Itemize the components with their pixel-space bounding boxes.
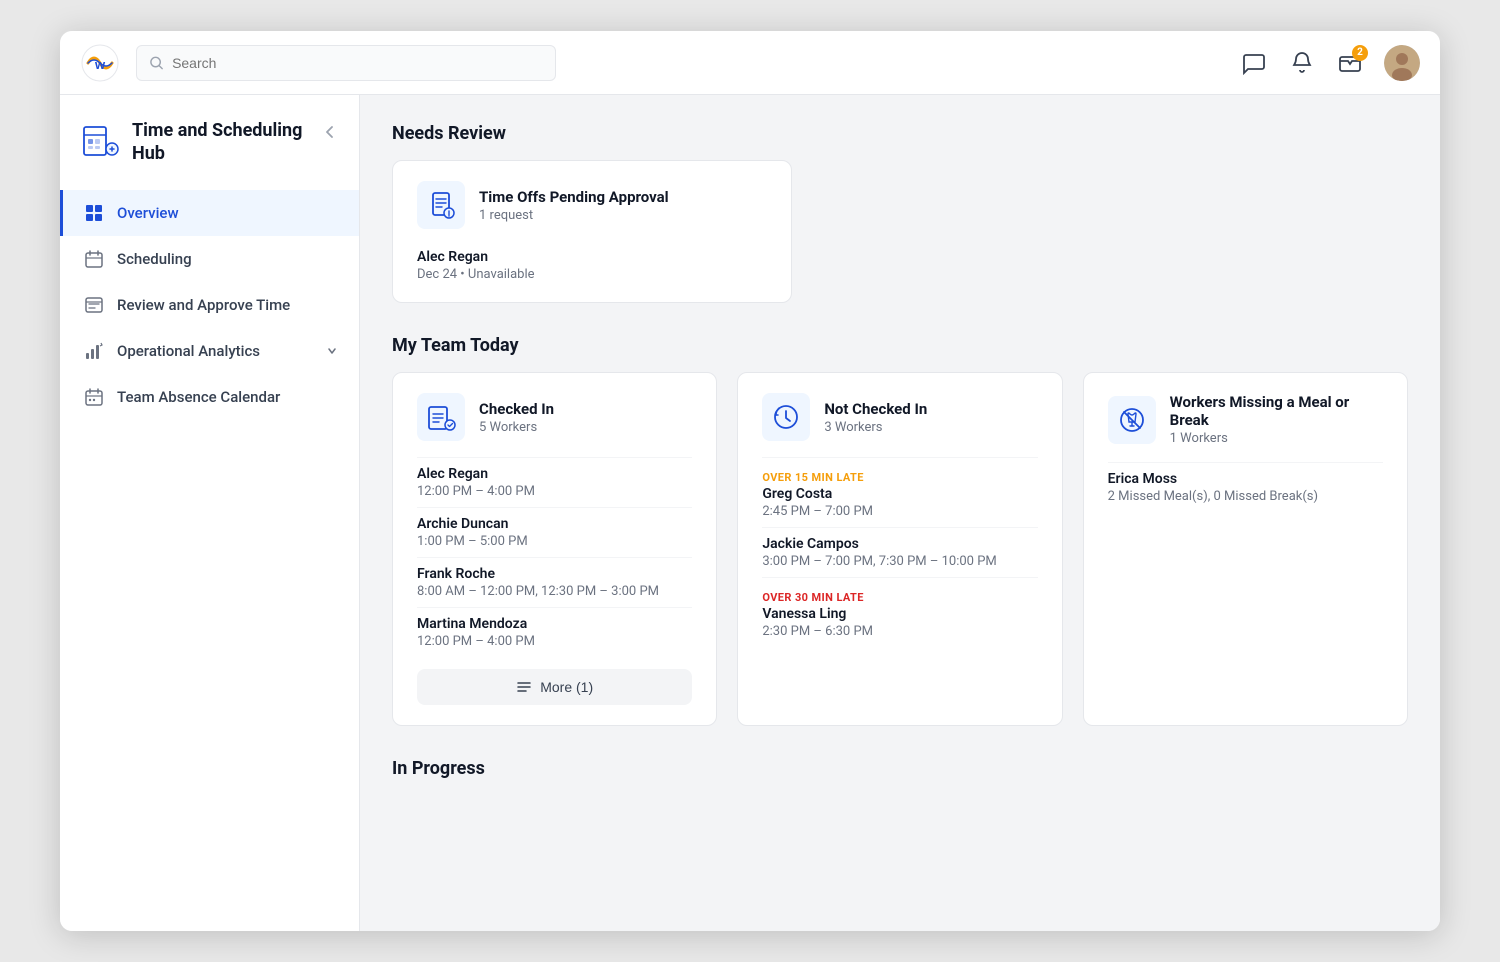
sidebar-item-team-absence[interactable]: Team Absence Calendar xyxy=(60,374,359,420)
worker-name: Erica Moss xyxy=(1108,471,1383,487)
sidebar-item-label-scheduling: Scheduling xyxy=(117,250,339,268)
worker-name: Martina Mendoza xyxy=(417,616,692,632)
needs-review-card[interactable]: Time Offs Pending Approval 1 request Ale… xyxy=(392,160,792,303)
app-window: w xyxy=(60,31,1440,931)
search-bar[interactable] xyxy=(136,45,556,81)
worker-name: Jackie Campos xyxy=(762,536,1037,552)
more-button-label: More (1) xyxy=(540,679,593,695)
sidebar-item-label-absence: Team Absence Calendar xyxy=(117,388,339,406)
worker-time: 12:00 PM – 4:00 PM xyxy=(417,634,692,649)
worker-time: 2:45 PM – 7:00 PM xyxy=(762,504,1037,519)
svg-text:w: w xyxy=(94,57,106,72)
needs-review-section: Needs Review xyxy=(392,123,1408,303)
sidebar-title: Time and Scheduling Hub xyxy=(132,119,309,166)
analytics-chevron-icon xyxy=(325,344,339,358)
worker-entry: Frank Roche 8:00 AM – 12:00 PM, 12:30 PM… xyxy=(417,557,692,607)
search-input[interactable] xyxy=(172,55,543,71)
topbar-right: 2 xyxy=(1240,45,1420,81)
sidebar-item-label-overview: Overview xyxy=(117,204,339,222)
sidebar-item-label-analytics: Operational Analytics xyxy=(117,342,313,360)
needs-review-person-name: Alec Regan xyxy=(417,249,767,265)
content-area: Needs Review xyxy=(360,95,1440,931)
workday-logo[interactable]: w xyxy=(80,43,120,83)
late-badge-red: OVER 30 MIN LATE xyxy=(762,591,864,604)
worker-name: Archie Duncan xyxy=(417,516,692,532)
worker-entry: Archie Duncan 1:00 PM – 5:00 PM xyxy=(417,507,692,557)
scheduling-icon xyxy=(83,248,105,270)
worker-entry: Jackie Campos 3:00 PM – 7:00 PM, 7:30 PM… xyxy=(762,527,1037,577)
not-checked-in-header: Not Checked In 3 Workers xyxy=(762,393,1037,441)
search-icon xyxy=(149,55,164,71)
sidebar-hub-icon xyxy=(80,121,120,161)
inbox-icon[interactable]: 2 xyxy=(1336,49,1364,77)
sidebar-item-label-review: Review and Approve Time xyxy=(117,296,339,314)
sidebar: Time and Scheduling Hub xyxy=(60,95,360,931)
needs-review-card-subtitle: 1 request xyxy=(479,208,669,223)
worker-time: 2 Missed Meal(s), 0 Missed Break(s) xyxy=(1108,489,1383,504)
worker-name: Alec Regan xyxy=(417,466,692,482)
worker-time: 2:30 PM – 6:30 PM xyxy=(762,624,1037,639)
worker-time: 1:00 PM – 5:00 PM xyxy=(417,534,692,549)
worker-time: 12:00 PM – 4:00 PM xyxy=(417,484,692,499)
checked-in-icon xyxy=(417,393,465,441)
my-team-today-section: My Team Today xyxy=(392,335,1408,726)
checked-in-card: Checked In 5 Workers Alec Regan 12:00 PM… xyxy=(392,372,717,726)
analytics-icon xyxy=(83,340,105,362)
sidebar-header: Time and Scheduling Hub xyxy=(60,119,359,190)
sidebar-item-operational-analytics[interactable]: Operational Analytics xyxy=(60,328,359,374)
checked-in-header: Checked In 5 Workers xyxy=(417,393,692,441)
worker-time: 8:00 AM – 12:00 PM, 12:30 PM – 3:00 PM xyxy=(417,584,692,599)
in-progress-title: In Progress xyxy=(392,758,1408,779)
topbar: w xyxy=(60,31,1440,95)
worker-name: Frank Roche xyxy=(417,566,692,582)
more-button[interactable]: More (1) xyxy=(417,669,692,705)
notification-icon[interactable] xyxy=(1288,49,1316,77)
main-layout: Time and Scheduling Hub xyxy=(60,95,1440,931)
worker-name: Greg Costa xyxy=(762,486,1037,502)
missing-meal-break-title: Workers Missing a Meal or Break xyxy=(1170,393,1383,429)
missing-meal-break-count: 1 Workers xyxy=(1170,431,1383,446)
missing-meal-break-header-text: Workers Missing a Meal or Break 1 Worker… xyxy=(1170,393,1383,446)
sidebar-item-overview[interactable]: Overview xyxy=(60,190,359,236)
checked-in-header-text: Checked In 5 Workers xyxy=(479,400,554,435)
checked-in-count: 5 Workers xyxy=(479,420,554,435)
needs-review-card-text: Time Offs Pending Approval 1 request xyxy=(479,188,669,223)
worker-name: Vanessa Ling xyxy=(762,606,1037,622)
needs-review-card-title: Time Offs Pending Approval xyxy=(479,188,669,206)
worker-time: 3:00 PM – 7:00 PM, 7:30 PM – 10:00 PM xyxy=(762,554,1037,569)
more-list-icon xyxy=(516,679,532,695)
needs-review-card-header: Time Offs Pending Approval 1 request xyxy=(417,181,767,229)
not-checked-in-count: 3 Workers xyxy=(824,420,927,435)
team-cards-container: Checked In 5 Workers Alec Regan 12:00 PM… xyxy=(392,372,1408,726)
sidebar-collapse-button[interactable] xyxy=(321,123,339,141)
my-team-today-title: My Team Today xyxy=(392,335,1408,356)
time-off-card-icon xyxy=(417,181,465,229)
worker-entry: Martina Mendoza 12:00 PM – 4:00 PM xyxy=(417,607,692,657)
not-checked-in-card: Not Checked In 3 Workers OVER 15 MIN LAT… xyxy=(737,372,1062,726)
absence-calendar-icon xyxy=(83,386,105,408)
sidebar-item-review-approve-time[interactable]: Review and Approve Time xyxy=(60,282,359,328)
not-checked-in-header-text: Not Checked In 3 Workers xyxy=(824,400,927,435)
worker-entry: OVER 30 MIN LATE Vanessa Ling 2:30 PM – … xyxy=(762,577,1037,647)
meal-break-card-icon xyxy=(1108,396,1156,444)
needs-review-person-detail: Dec 24 • Unavailable xyxy=(417,267,767,282)
review-approve-icon xyxy=(83,294,105,316)
late-badge-orange: OVER 15 MIN LATE xyxy=(762,471,864,484)
worker-entry: OVER 15 MIN LATE Greg Costa 2:45 PM – 7:… xyxy=(762,457,1037,527)
worker-entry: Erica Moss 2 Missed Meal(s), 0 Missed Br… xyxy=(1108,462,1383,512)
sidebar-nav: Overview Scheduling xyxy=(60,190,359,420)
missing-meal-break-header: Workers Missing a Meal or Break 1 Worker… xyxy=(1108,393,1383,446)
overview-icon xyxy=(83,202,105,224)
inbox-badge: 2 xyxy=(1352,45,1368,61)
missing-meal-break-card: Workers Missing a Meal or Break 1 Worker… xyxy=(1083,372,1408,726)
checked-in-title: Checked In xyxy=(479,400,554,418)
sidebar-item-scheduling[interactable]: Scheduling xyxy=(60,236,359,282)
in-progress-section: In Progress xyxy=(392,758,1408,779)
needs-review-title: Needs Review xyxy=(392,123,1408,144)
chat-icon[interactable] xyxy=(1240,49,1268,77)
not-checked-in-title: Not Checked In xyxy=(824,400,927,418)
user-avatar[interactable] xyxy=(1384,45,1420,81)
not-checked-in-icon xyxy=(762,393,810,441)
worker-entry: Alec Regan 12:00 PM – 4:00 PM xyxy=(417,457,692,507)
